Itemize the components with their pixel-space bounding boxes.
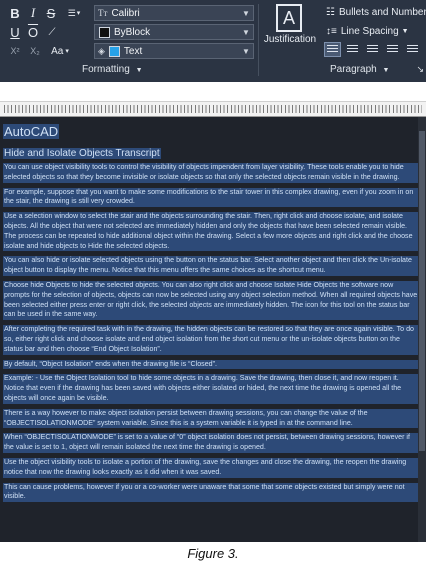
color-name: ByBlock bbox=[114, 26, 151, 38]
change-case-label: Aa bbox=[51, 45, 64, 57]
paragraph: Use the object visibility tools to isola… bbox=[3, 457, 419, 478]
formatting-label-text: Formatting bbox=[82, 64, 130, 75]
panel-divider bbox=[258, 4, 259, 76]
chevron-down-icon: ▼ bbox=[242, 46, 250, 56]
paragraph: After completing the required task with … bbox=[3, 325, 419, 355]
italic-button[interactable]: I bbox=[26, 5, 40, 21]
layer-combo[interactable]: ◈ Text ▼ bbox=[94, 43, 254, 59]
change-case-button[interactable]: Aa ▾ bbox=[48, 43, 72, 59]
paragraph: Choose hide Objects to hide the selected… bbox=[3, 280, 419, 321]
distribute-button[interactable] bbox=[404, 42, 421, 57]
superscript-button[interactable]: X² bbox=[6, 43, 24, 59]
strikethrough-button[interactable]: S bbox=[44, 5, 58, 21]
layer-swatch bbox=[108, 45, 120, 57]
bulleted-list-icon: ☷ bbox=[326, 7, 335, 18]
paragraph: There is a way however to make object is… bbox=[3, 408, 419, 429]
chevron-down-icon: ▼ bbox=[242, 27, 250, 37]
justification-icon[interactable]: A bbox=[276, 4, 302, 32]
line-spacing-icon: ↕≡ bbox=[326, 26, 337, 37]
paragraph: When “OBJECTISOLATIONMODE” is set to a v… bbox=[3, 433, 419, 453]
paragraph-panel-label[interactable]: Paragraph ▼ bbox=[330, 64, 389, 75]
editor-scrollbar[interactable] bbox=[418, 117, 426, 542]
chevron-down-icon: ▼ bbox=[382, 67, 390, 74]
document-content[interactable]: AutoCAD Hide and Isolate Objects Transcr… bbox=[3, 123, 419, 507]
justification-icon-letter: A bbox=[282, 7, 295, 28]
underline-button[interactable]: U bbox=[8, 24, 22, 40]
align-right-icon bbox=[367, 45, 378, 54]
bullets-label: Bullets and Numbering bbox=[338, 7, 426, 18]
align-center-icon bbox=[347, 45, 358, 54]
chevron-down-icon: ▼ bbox=[135, 67, 143, 74]
truetype-font-icon: Tт bbox=[98, 8, 108, 18]
font-combo[interactable]: Tт Calibri ▼ bbox=[94, 5, 254, 21]
text-ruler[interactable] bbox=[0, 101, 426, 117]
paragraph: For example, suppose that you want to ma… bbox=[3, 187, 419, 208]
line-spacing-button[interactable]: ↕≡ Line Spacing ▼ bbox=[326, 26, 409, 37]
match-properties-button[interactable]: ⟋ bbox=[44, 24, 60, 40]
formatting-panel-label[interactable]: Formatting ▼ bbox=[82, 64, 143, 75]
font-name: Calibri bbox=[111, 7, 140, 19]
paragraph: You can also hide or isolate selected ob… bbox=[3, 256, 419, 276]
paragraph: Use a selection window to select the sta… bbox=[3, 212, 419, 252]
paragraph: You can use object visibility tools to c… bbox=[3, 163, 419, 183]
paragraph-label-text: Paragraph bbox=[330, 64, 377, 75]
justify-icon bbox=[387, 45, 398, 54]
align-right-button[interactable] bbox=[364, 42, 381, 57]
highlight-icon: ☰ bbox=[67, 7, 76, 18]
color-swatch bbox=[99, 26, 110, 38]
layer-name: Text bbox=[123, 45, 143, 57]
align-left-button[interactable] bbox=[324, 42, 341, 57]
paragraph: Example: - Use the Object Isolation tool… bbox=[3, 374, 419, 404]
chevron-down-icon: ▼ bbox=[401, 28, 409, 35]
scrollbar-thumb[interactable] bbox=[419, 131, 425, 451]
align-left-icon bbox=[327, 45, 338, 54]
overline-button[interactable]: O bbox=[26, 24, 40, 40]
bold-button[interactable]: B bbox=[8, 5, 22, 21]
figure-caption: Figure 3. bbox=[187, 546, 239, 561]
paintbrush-icon: ⟋ bbox=[48, 26, 56, 38]
chevron-down-icon: ▾ bbox=[65, 48, 69, 55]
mtext-editor[interactable]: AutoCAD Hide and Isolate Objects Transcr… bbox=[0, 117, 426, 542]
panel-launcher-icon[interactable]: ↘ bbox=[416, 64, 424, 75]
subscript-button[interactable]: X₂ bbox=[26, 43, 44, 59]
justification-button-label[interactable]: Justification bbox=[263, 34, 317, 45]
text-highlight-dropdown[interactable]: ☰ ▾ bbox=[62, 5, 86, 21]
ruler-ticks bbox=[4, 105, 422, 113]
paragraph: This can cause problems, however if you … bbox=[3, 482, 419, 503]
align-center-button[interactable] bbox=[344, 42, 361, 57]
document-subtitle: Hide and Isolate Objects Transcript bbox=[3, 148, 161, 159]
document-title: AutoCAD bbox=[3, 124, 60, 139]
bullets-numbering-button[interactable]: ☷ Bullets and Numbering bbox=[326, 7, 426, 18]
chevron-down-icon: ▼ bbox=[242, 8, 250, 18]
line-spacing-label: Line Spacing bbox=[340, 26, 399, 37]
chevron-down-icon: ▾ bbox=[76, 10, 81, 17]
paragraph: By default, “Object Isolation” ends when… bbox=[3, 359, 419, 370]
color-combo[interactable]: ByBlock ▼ bbox=[94, 24, 254, 40]
justify-button[interactable] bbox=[384, 42, 401, 57]
text-editor-ribbon: B I S ☰ ▾ U O ⟋ X² X₂ Aa ▾ Tт Calibri ▼ By… bbox=[0, 0, 426, 82]
distribute-icon bbox=[407, 45, 418, 54]
layers-icon: ◈ bbox=[98, 45, 105, 56]
